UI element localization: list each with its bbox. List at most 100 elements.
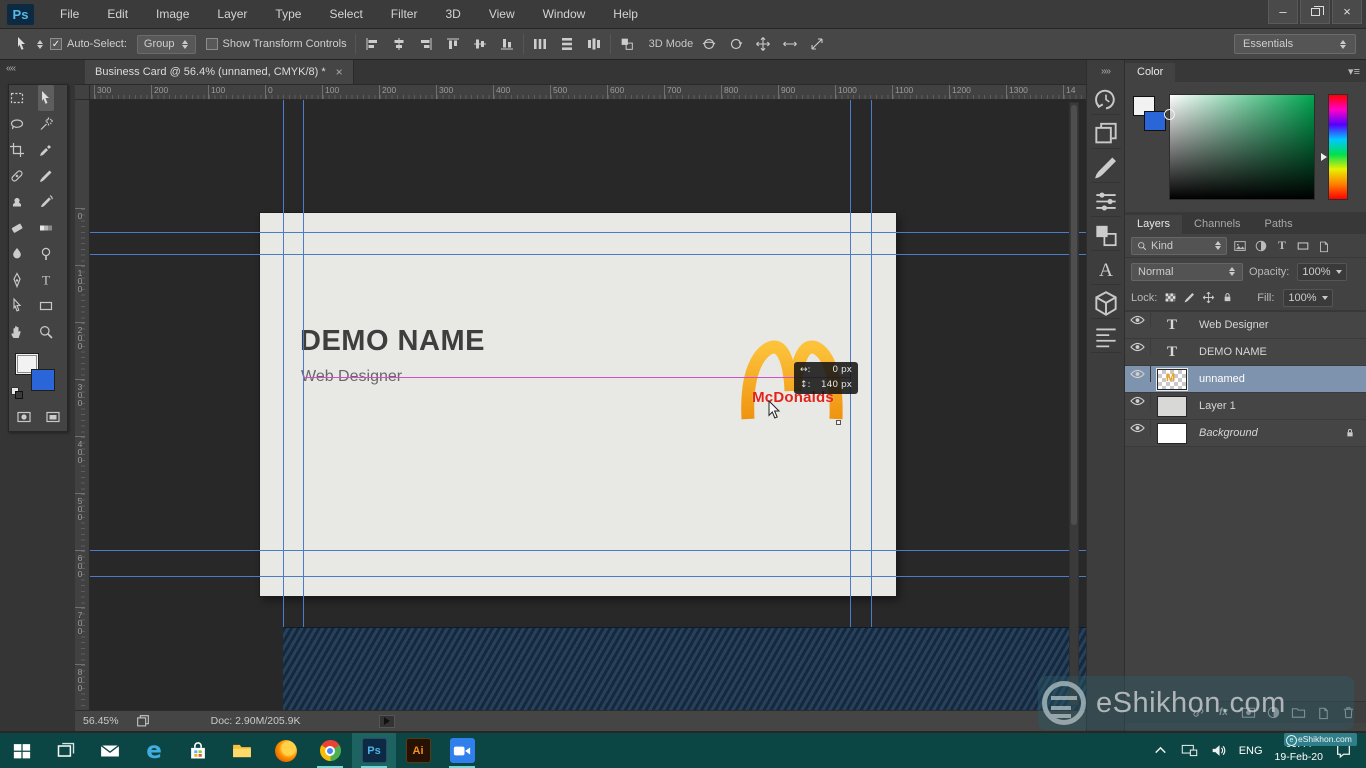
- layer-visibility-eye-icon[interactable]: [1125, 366, 1151, 382]
- hue-slider[interactable]: [1328, 94, 1348, 200]
- lock-position-icon[interactable]: [1202, 291, 1215, 304]
- menu-item[interactable]: Type: [261, 0, 315, 29]
- collapse-panel-icon[interactable]: ««: [6, 63, 15, 74]
- layer-visibility-eye-icon[interactable]: [1125, 393, 1151, 409]
- rectangular-marquee-tool[interactable]: [9, 85, 25, 111]
- taskbar-taskview-button[interactable]: [44, 733, 88, 768]
- DEMO NAME[interactable]: T DEMO NAME: [1125, 339, 1366, 366]
- layers-panel-tab[interactable]: Layers: [1125, 215, 1182, 234]
- Layer 1[interactable]: T Layer 1: [1125, 393, 1366, 420]
- brush-tool[interactable]: [38, 163, 54, 189]
- screen-mode-button[interactable]: [45, 409, 61, 425]
- layer-thumbnail[interactable]: T: [1151, 317, 1193, 334]
- layer-name[interactable]: Web Designer: [1199, 319, 1366, 331]
- Background[interactable]: T Background: [1125, 420, 1366, 447]
- layer-thumbnail[interactable]: T: [1151, 344, 1193, 361]
- filter-shape-layers-icon[interactable]: [1296, 239, 1310, 253]
- layer-name[interactable]: DEMO NAME: [1199, 346, 1366, 358]
- expand-panels-icon[interactable]: »»: [1101, 66, 1110, 77]
- move-tool[interactable]: [38, 85, 54, 111]
- menu-item[interactable]: Window: [529, 0, 600, 29]
- status-options-button[interactable]: [379, 715, 395, 728]
- taskbar-camera-button[interactable]: [440, 733, 484, 768]
- vertical-guide[interactable]: [283, 100, 284, 710]
- arrange-icon[interactable]: [619, 36, 635, 52]
- close-button[interactable]: ×: [1332, 0, 1362, 24]
- auto-select-group-dropdown[interactable]: Group: [137, 35, 196, 54]
- clone-stamp-tool[interactable]: [9, 189, 25, 215]
- horizontal-guide[interactable]: [90, 254, 1086, 255]
- menu-item[interactable]: File: [46, 0, 93, 29]
- taskbar-store-button[interactable]: [176, 733, 220, 768]
- history-brush-tool[interactable]: [38, 189, 54, 215]
- 3d-rotate-icon[interactable]: [701, 36, 717, 52]
- vertical-ruler[interactable]: 0100200300400500600700800: [75, 100, 90, 710]
- document-tab[interactable]: Business Card @ 56.4% (unnamed, CMYK/8) …: [85, 59, 354, 84]
- taskbar-photoshop-button[interactable]: Ps: [352, 733, 396, 768]
- taskbar-mail-button[interactable]: [88, 733, 132, 768]
- distribute-centers-icon[interactable]: [586, 36, 602, 52]
- Web Designer[interactable]: T Web Designer: [1125, 312, 1366, 339]
- eraser-tool[interactable]: [9, 215, 25, 241]
- 3d-scale-icon[interactable]: [809, 36, 825, 52]
- restore-button[interactable]: [1300, 0, 1330, 24]
- align-center-horizontal-icon[interactable]: [391, 36, 407, 52]
- menu-item[interactable]: Image: [142, 0, 203, 29]
- 3d-pan-icon[interactable]: [755, 36, 771, 52]
- align-top-icon[interactable]: [445, 36, 461, 52]
- filter-kind-dropdown[interactable]: Kind: [1131, 237, 1227, 255]
- 3d-slide-icon[interactable]: [782, 36, 798, 52]
- horizontal-ruler[interactable]: 3002001000100200300400500600700800900100…: [90, 85, 1086, 100]
- layer-visibility-eye-icon[interactable]: [1125, 420, 1151, 436]
- taskbar-firefox-button[interactable]: [264, 733, 308, 768]
- auto-select-checkbox[interactable]: ✓: [50, 38, 62, 50]
- taskbar-explorer-button[interactable]: [220, 733, 264, 768]
- panel-properties-icon[interactable]: [1091, 323, 1121, 353]
- layers-panel-tab[interactable]: Channels: [1182, 215, 1252, 234]
- quick-mask-button[interactable]: [16, 409, 32, 425]
- background-color-swatch[interactable]: [1144, 111, 1166, 131]
- show-transform-checkbox[interactable]: [206, 38, 218, 50]
- align-left-icon[interactable]: [364, 36, 380, 52]
- blur-tool[interactable]: [9, 241, 25, 267]
- layer-visibility-eye-icon[interactable]: [1125, 339, 1151, 355]
- rectangle-tool[interactable]: [38, 293, 54, 319]
- healing-brush-tool[interactable]: [9, 163, 25, 189]
- filter-smart-objects-icon[interactable]: [1317, 239, 1331, 253]
- panel-character-icon[interactable]: A: [1091, 255, 1121, 285]
- layer-name[interactable]: Background: [1199, 427, 1344, 439]
- menu-item[interactable]: Select: [315, 0, 376, 29]
- vertical-guide[interactable]: [871, 100, 872, 710]
- saturation-brightness-field[interactable]: [1169, 94, 1315, 200]
- layer-name[interactable]: unnamed: [1199, 373, 1366, 385]
- menu-item[interactable]: Filter: [377, 0, 432, 29]
- fill-field[interactable]: 100%: [1283, 289, 1332, 307]
- language-indicator[interactable]: ENG: [1239, 745, 1263, 757]
- pen-tool[interactable]: [9, 267, 25, 293]
- align-bottom-icon[interactable]: [499, 36, 515, 52]
- taskbar-edge-button[interactable]: e: [132, 733, 176, 768]
- menu-item[interactable]: 3D: [431, 0, 474, 29]
- lock-transparency-icon[interactable]: [1164, 291, 1177, 304]
- default-colors-icon[interactable]: [11, 387, 23, 399]
- lock-pixels-icon[interactable]: [1183, 291, 1196, 304]
- magic-wand-tool[interactable]: [38, 111, 54, 137]
- hue-slider-marker[interactable]: [1321, 153, 1327, 161]
- volume-icon[interactable]: [1210, 742, 1227, 759]
- menu-item[interactable]: View: [475, 0, 529, 29]
- hidden-icons-chevron[interactable]: [1152, 742, 1169, 759]
- taskbar-start-button[interactable]: [0, 733, 44, 768]
- dodge-tool[interactable]: [38, 241, 54, 267]
- gradient-tool[interactable]: [38, 215, 54, 241]
- horizontal-guide[interactable]: [90, 550, 1086, 551]
- lasso-tool[interactable]: [9, 111, 25, 137]
- tab-color[interactable]: Color: [1125, 63, 1175, 82]
- vertical-guide[interactable]: [303, 100, 304, 710]
- filter-pixel-layers-icon[interactable]: [1233, 239, 1247, 253]
- eyedropper-tool[interactable]: [38, 137, 54, 163]
- distribute-horizontal-icon[interactable]: [532, 36, 548, 52]
- layer-thumbnail[interactable]: T: [1151, 423, 1193, 444]
- unnamed[interactable]: T unnamed: [1125, 366, 1366, 393]
- panel-brush-icon[interactable]: [1091, 153, 1121, 183]
- vertical-guide[interactable]: [850, 100, 851, 710]
